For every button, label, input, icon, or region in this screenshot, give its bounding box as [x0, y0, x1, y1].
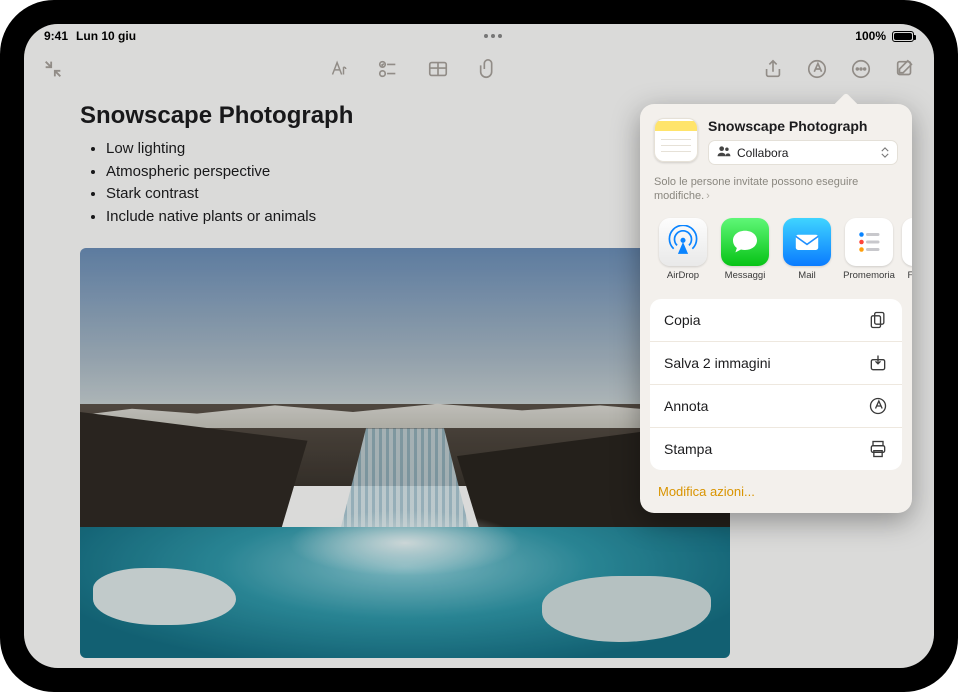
ipad-device-frame: 9:41 Lun 10 giu 100%: [0, 0, 958, 692]
screen: 9:41 Lun 10 giu 100%: [24, 24, 934, 668]
chevron-right-icon: ›: [706, 189, 710, 203]
table-icon[interactable]: [427, 58, 449, 80]
airdrop-icon: [659, 218, 707, 266]
share-icon[interactable]: [762, 58, 784, 80]
share-app-freeform[interactable]: Fr: [902, 218, 912, 281]
copy-icon: [868, 310, 888, 330]
multitasking-dots[interactable]: [136, 34, 849, 38]
attachment-icon[interactable]: [477, 58, 499, 80]
share-sheet: Snowscape Photograph Collabora Solo le: [640, 104, 912, 513]
print-icon: [868, 439, 888, 459]
share-app-row[interactable]: AirDrop Messaggi Mail: [640, 204, 912, 293]
edit-actions-link[interactable]: Modifica azioni...: [640, 474, 912, 507]
updown-chevron-icon: [881, 147, 889, 158]
exit-fullscreen-icon[interactable]: [42, 58, 64, 80]
share-actions-list: Copia Salva 2 immagini Annota: [650, 299, 902, 470]
freeform-icon: [902, 218, 912, 266]
more-icon[interactable]: [850, 58, 872, 80]
share-hint[interactable]: Solo le persone invitate possono eseguir…: [640, 175, 912, 204]
status-time: 9:41: [44, 29, 68, 43]
save-to-photos-icon: [868, 353, 888, 373]
collaborate-label: Collabora: [737, 146, 788, 160]
text-format-icon[interactable]: [327, 58, 349, 80]
mail-icon: [783, 218, 831, 266]
collaborate-dropdown[interactable]: Collabora: [708, 140, 898, 165]
people-icon: [717, 145, 731, 160]
status-bar: 9:41 Lun 10 giu 100%: [24, 24, 934, 48]
status-date: Lun 10 giu: [76, 29, 136, 43]
reminders-icon: [845, 218, 893, 266]
battery-percent: 100%: [855, 29, 886, 43]
markup-toolbar-icon[interactable]: [806, 58, 828, 80]
messages-icon: [721, 218, 769, 266]
markup-icon: [868, 396, 888, 416]
action-save-images[interactable]: Salva 2 immagini: [650, 342, 902, 385]
notes-app-icon: [654, 118, 698, 162]
share-app-messages[interactable]: Messaggi: [716, 218, 774, 281]
compose-icon[interactable]: [894, 58, 916, 80]
share-app-airdrop[interactable]: AirDrop: [654, 218, 712, 281]
share-app-mail[interactable]: Mail: [778, 218, 836, 281]
action-copy[interactable]: Copia: [650, 299, 902, 342]
action-print[interactable]: Stampa: [650, 428, 902, 470]
share-sheet-title: Snowscape Photograph: [708, 118, 898, 134]
notes-toolbar: [24, 50, 934, 88]
checklist-icon[interactable]: [377, 58, 399, 80]
battery-icon: [892, 31, 914, 42]
action-markup[interactable]: Annota: [650, 385, 902, 428]
share-app-reminders[interactable]: Promemoria: [840, 218, 898, 281]
note-attached-photo[interactable]: [80, 248, 730, 658]
